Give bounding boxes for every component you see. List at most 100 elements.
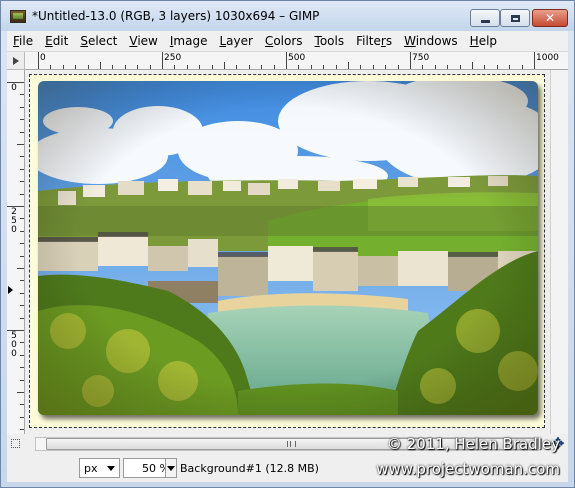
menu-file[interactable]: File [7, 34, 39, 48]
ruler-tick [199, 65, 201, 69]
ruler-tick [62, 65, 64, 69]
ruler-tick [509, 65, 511, 69]
ruler-tick [496, 65, 498, 69]
maximize-icon [510, 14, 520, 22]
ruler-label: 250 [164, 53, 182, 63]
ruler-tick [20, 342, 24, 344]
ruler-tick [20, 292, 24, 294]
ruler-label: 750 [412, 53, 430, 63]
ruler-tick [459, 65, 461, 69]
ruler-tick [20, 156, 24, 158]
ruler-tick [385, 65, 387, 69]
menu-filters[interactable]: Filters [350, 34, 398, 48]
ruler-tick [20, 255, 24, 257]
ruler-tick [298, 65, 300, 69]
ruler-tick [410, 52, 411, 69]
minimize-icon [480, 20, 490, 23]
ruler-tick [20, 181, 24, 183]
canvas-area: 0 250 500 750 1000 0 250 500 ✥ [7, 52, 568, 454]
menu-image[interactable]: Image [164, 34, 214, 48]
ruler-tick [20, 218, 24, 220]
ruler-tick [323, 65, 325, 69]
ruler-tick [521, 65, 523, 69]
unit-select[interactable]: px [79, 458, 120, 478]
ruler-tick [422, 65, 424, 69]
ruler-tick [20, 317, 24, 319]
ruler-tick [162, 52, 163, 69]
grip-icon [286, 441, 296, 447]
ruler-tick [472, 62, 473, 69]
ruler-tick [20, 404, 24, 406]
ruler-tick [20, 243, 24, 245]
gimp-window: *Untitled-13.0 (RGB, 3 layers) 1030x694 … [0, 0, 575, 488]
toggle-quick-mask-icon[interactable] [11, 439, 20, 448]
ruler-tick [310, 65, 312, 69]
ruler-tick [20, 230, 24, 232]
ruler-tick [534, 52, 535, 69]
window-title: *Untitled-13.0 (RGB, 3 layers) 1030x694 … [32, 9, 320, 23]
ruler-tick [100, 62, 101, 69]
ruler-tick [124, 65, 126, 69]
ruler-tick [20, 106, 24, 108]
horizontal-ruler[interactable]: 0 250 500 750 1000 [25, 52, 568, 70]
ruler-tick [434, 65, 436, 69]
gimp-app-icon[interactable] [10, 10, 26, 23]
ruler-tick [20, 379, 24, 381]
chevron-down-icon [107, 466, 115, 471]
ruler-tick [224, 62, 225, 69]
minimize-button[interactable] [470, 9, 500, 27]
ruler-label: 1000 [536, 53, 559, 63]
ruler-tick [20, 429, 24, 431]
ruler-tick [211, 65, 213, 69]
ruler-tick [174, 65, 176, 69]
menu-edit[interactable]: Edit [39, 34, 74, 48]
zoom-dropdown-button[interactable] [165, 458, 177, 478]
image-workspace[interactable] [25, 70, 550, 434]
menu-layer[interactable]: Layer [213, 34, 258, 48]
ruler-tick [20, 305, 24, 307]
ruler-tick [186, 65, 188, 69]
harbor-village-photo [38, 81, 538, 415]
ruler-tick [261, 65, 263, 69]
ruler-tick [20, 416, 24, 418]
ruler-tick [348, 62, 349, 69]
ruler-tick [20, 119, 24, 121]
close-button[interactable]: ✕ [532, 9, 568, 27]
ruler-tick [20, 193, 24, 195]
menu-view[interactable]: View [123, 34, 163, 48]
ruler-tick [38, 52, 39, 69]
vertical-ruler[interactable]: 0 250 500 [7, 70, 25, 434]
menu-bar: File Edit Select View Image Layer Colors Tools F… [7, 31, 568, 52]
ruler-tick [112, 65, 114, 69]
title-bar[interactable]: *Untitled-13.0 (RGB, 3 layers) 1030x694 … [1, 1, 574, 31]
ruler-tick [50, 65, 52, 69]
ruler-tick [286, 52, 287, 69]
close-icon: ✕ [544, 11, 556, 25]
ruler-tick [273, 65, 275, 69]
canvas-image[interactable] [38, 81, 538, 415]
ruler-tick [17, 392, 24, 393]
ruler-tick [137, 65, 139, 69]
ruler-tick [20, 131, 24, 133]
ruler-tick [248, 65, 250, 69]
menu-help[interactable]: Help [464, 34, 503, 48]
ruler-tick [149, 65, 151, 69]
menu-select[interactable]: Select [74, 34, 123, 48]
copyright-watermark: © 2011, Helen Bradley [386, 435, 560, 453]
ruler-label: 0 [40, 53, 46, 63]
menu-windows[interactable]: Windows [398, 34, 464, 48]
ruler-tick [20, 94, 24, 96]
ruler-tick [20, 168, 24, 170]
ruler-tick [20, 280, 24, 282]
maximize-button[interactable] [500, 9, 530, 27]
chevron-down-icon [167, 465, 175, 471]
quick-mask-menu-button[interactable] [7, 52, 25, 70]
ruler-tick [17, 144, 24, 145]
ruler-tick [372, 65, 374, 69]
vertical-scrollbar[interactable] [550, 70, 568, 434]
ruler-label: 500 [288, 53, 306, 63]
ruler-pointer-marker [8, 286, 13, 294]
menu-tools[interactable]: Tools [309, 34, 351, 48]
menu-colors[interactable]: Colors [259, 34, 309, 48]
ruler-label: 500 [11, 331, 17, 359]
